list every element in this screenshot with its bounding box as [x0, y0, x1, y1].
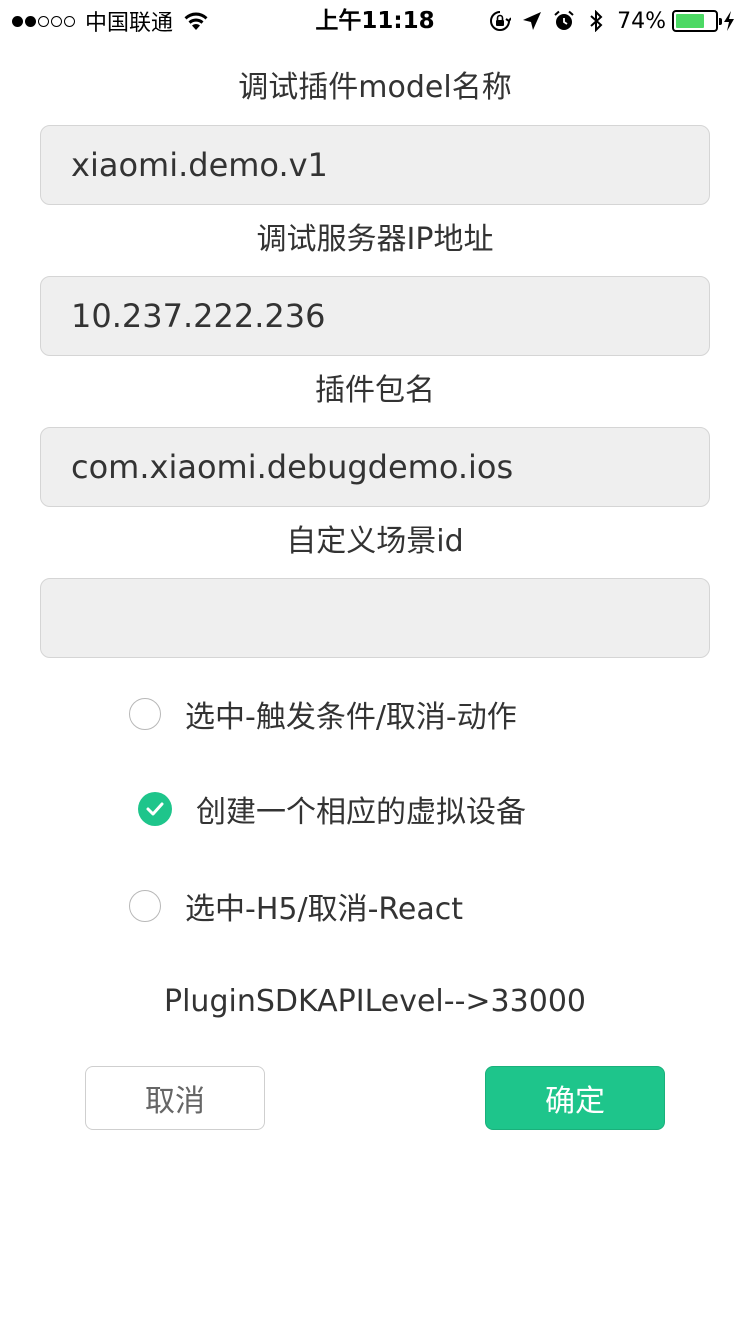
package-name-input[interactable]: [71, 448, 679, 486]
sdk-api-level: PluginSDKAPILevel-->33000: [164, 984, 586, 1019]
option-label: 选中-触发条件/取消-动作: [185, 700, 517, 735]
radio-unchecked-icon[interactable]: [129, 890, 161, 922]
model-name-label: 调试插件model名称: [238, 70, 512, 105]
charging-icon: [724, 11, 734, 31]
alarm-icon: [554, 10, 574, 30]
package-name-field[interactable]: [40, 427, 710, 507]
server-ip-input[interactable]: [71, 297, 679, 335]
battery-icon: [672, 10, 722, 32]
option-trigger-action[interactable]: 选中-触发条件/取消-动作: [129, 684, 517, 744]
option-label: 创建一个相应的虚拟设备: [196, 795, 526, 830]
scene-id-field[interactable]: [40, 578, 710, 658]
model-name-field[interactable]: [40, 125, 710, 205]
package-name-label: 插件包名: [315, 373, 435, 408]
server-ip-label: 调试服务器IP地址: [256, 222, 494, 257]
option-label: 选中-H5/取消-React: [185, 892, 463, 927]
cancel-button[interactable]: 取消: [85, 1066, 265, 1130]
checkmark-icon[interactable]: [138, 792, 172, 826]
model-name-input[interactable]: [71, 146, 679, 184]
status-bar: 中国联通 上午11:18 74%: [0, 0, 750, 40]
option-h5-react[interactable]: 选中-H5/取消-React: [129, 876, 463, 936]
radio-unchecked-icon[interactable]: [129, 698, 161, 730]
option-create-virtual-device[interactable]: 创建一个相应的虚拟设备: [138, 779, 526, 839]
scene-id-input[interactable]: [71, 599, 679, 637]
status-bar-right: 74%: [479, 6, 736, 36]
scene-id-label: 自定义场景id: [286, 524, 464, 559]
bluetooth-icon: [590, 10, 603, 32]
server-ip-field[interactable]: [40, 276, 710, 356]
battery-percent: 74%: [617, 8, 666, 34]
location-arrow-icon: [523, 12, 542, 30]
orientation-lock-icon: [490, 11, 512, 31]
confirm-button[interactable]: 确定: [485, 1066, 665, 1130]
